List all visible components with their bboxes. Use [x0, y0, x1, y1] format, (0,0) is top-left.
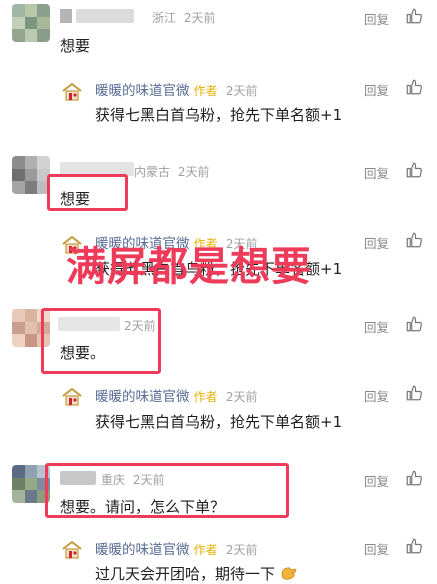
like-thumb-icon[interactable] [405, 384, 423, 402]
reply-button[interactable]: 回复 [364, 539, 389, 558]
reply-text: 过几天会开团哈，期待一下 [95, 565, 276, 583]
reply-button[interactable]: 回复 [364, 471, 389, 490]
reply-button[interactable]: 回复 [364, 163, 389, 182]
reply-time: 2天前 [225, 543, 258, 557]
overlay-caption: 满屏都是想要 [66, 244, 312, 290]
highlight-box [47, 174, 128, 211]
reply-time: 2天前 [225, 390, 258, 404]
like-thumb-icon[interactable] [405, 315, 423, 333]
author-name[interactable]: 暖暖的味道官微 [95, 542, 190, 558]
like-thumb-icon[interactable] [405, 78, 423, 96]
like-thumb-icon[interactable] [405, 231, 423, 249]
author-name[interactable]: 暖暖的味道官微 [95, 83, 190, 99]
comment-text: 想要 [60, 37, 91, 55]
highlight-box [41, 308, 161, 374]
reply-text: 获得七黑白首乌粉，抢先下单名额+1 [95, 413, 343, 431]
user-nickname-redacted [60, 9, 72, 23]
reply-button[interactable]: 回复 [364, 9, 389, 28]
like-thumb-icon[interactable] [405, 7, 423, 25]
reply-button[interactable]: 回复 [364, 233, 389, 252]
reply-time: 2天前 [225, 84, 258, 98]
user-avatar[interactable] [12, 156, 50, 194]
highlight-box [45, 463, 289, 518]
brand-logo-icon[interactable] [60, 80, 84, 104]
like-thumb-icon[interactable] [405, 469, 423, 487]
reply-button[interactable]: 回复 [364, 317, 389, 336]
author-tag: 作者 [193, 84, 218, 98]
reply-button[interactable]: 回复 [364, 386, 389, 405]
author-tag: 作者 [193, 390, 218, 404]
emoji-hand-icon [281, 567, 297, 580]
like-thumb-icon[interactable] [405, 161, 423, 179]
user-location: 浙江 [152, 11, 177, 25]
like-thumb-icon[interactable] [405, 537, 423, 555]
brand-logo-icon[interactable] [60, 385, 84, 409]
author-name[interactable]: 暖暖的味道官微 [95, 389, 190, 405]
comment-screen: { "comments": [ { "user_location": "浙江",… [0, 0, 437, 583]
reply-button[interactable]: 回复 [364, 80, 389, 99]
comment-time: 2天前 [177, 165, 210, 179]
comment-time: 2天前 [183, 11, 216, 25]
user-location: 内蒙古 [134, 165, 171, 179]
brand-logo-icon[interactable] [60, 538, 84, 562]
author-tag: 作者 [193, 543, 218, 557]
user-avatar[interactable] [12, 4, 50, 42]
user-nickname-mosaic [76, 9, 134, 23]
reply-text: 获得七黑白首乌粉，抢先下单名额+1 [95, 106, 343, 124]
